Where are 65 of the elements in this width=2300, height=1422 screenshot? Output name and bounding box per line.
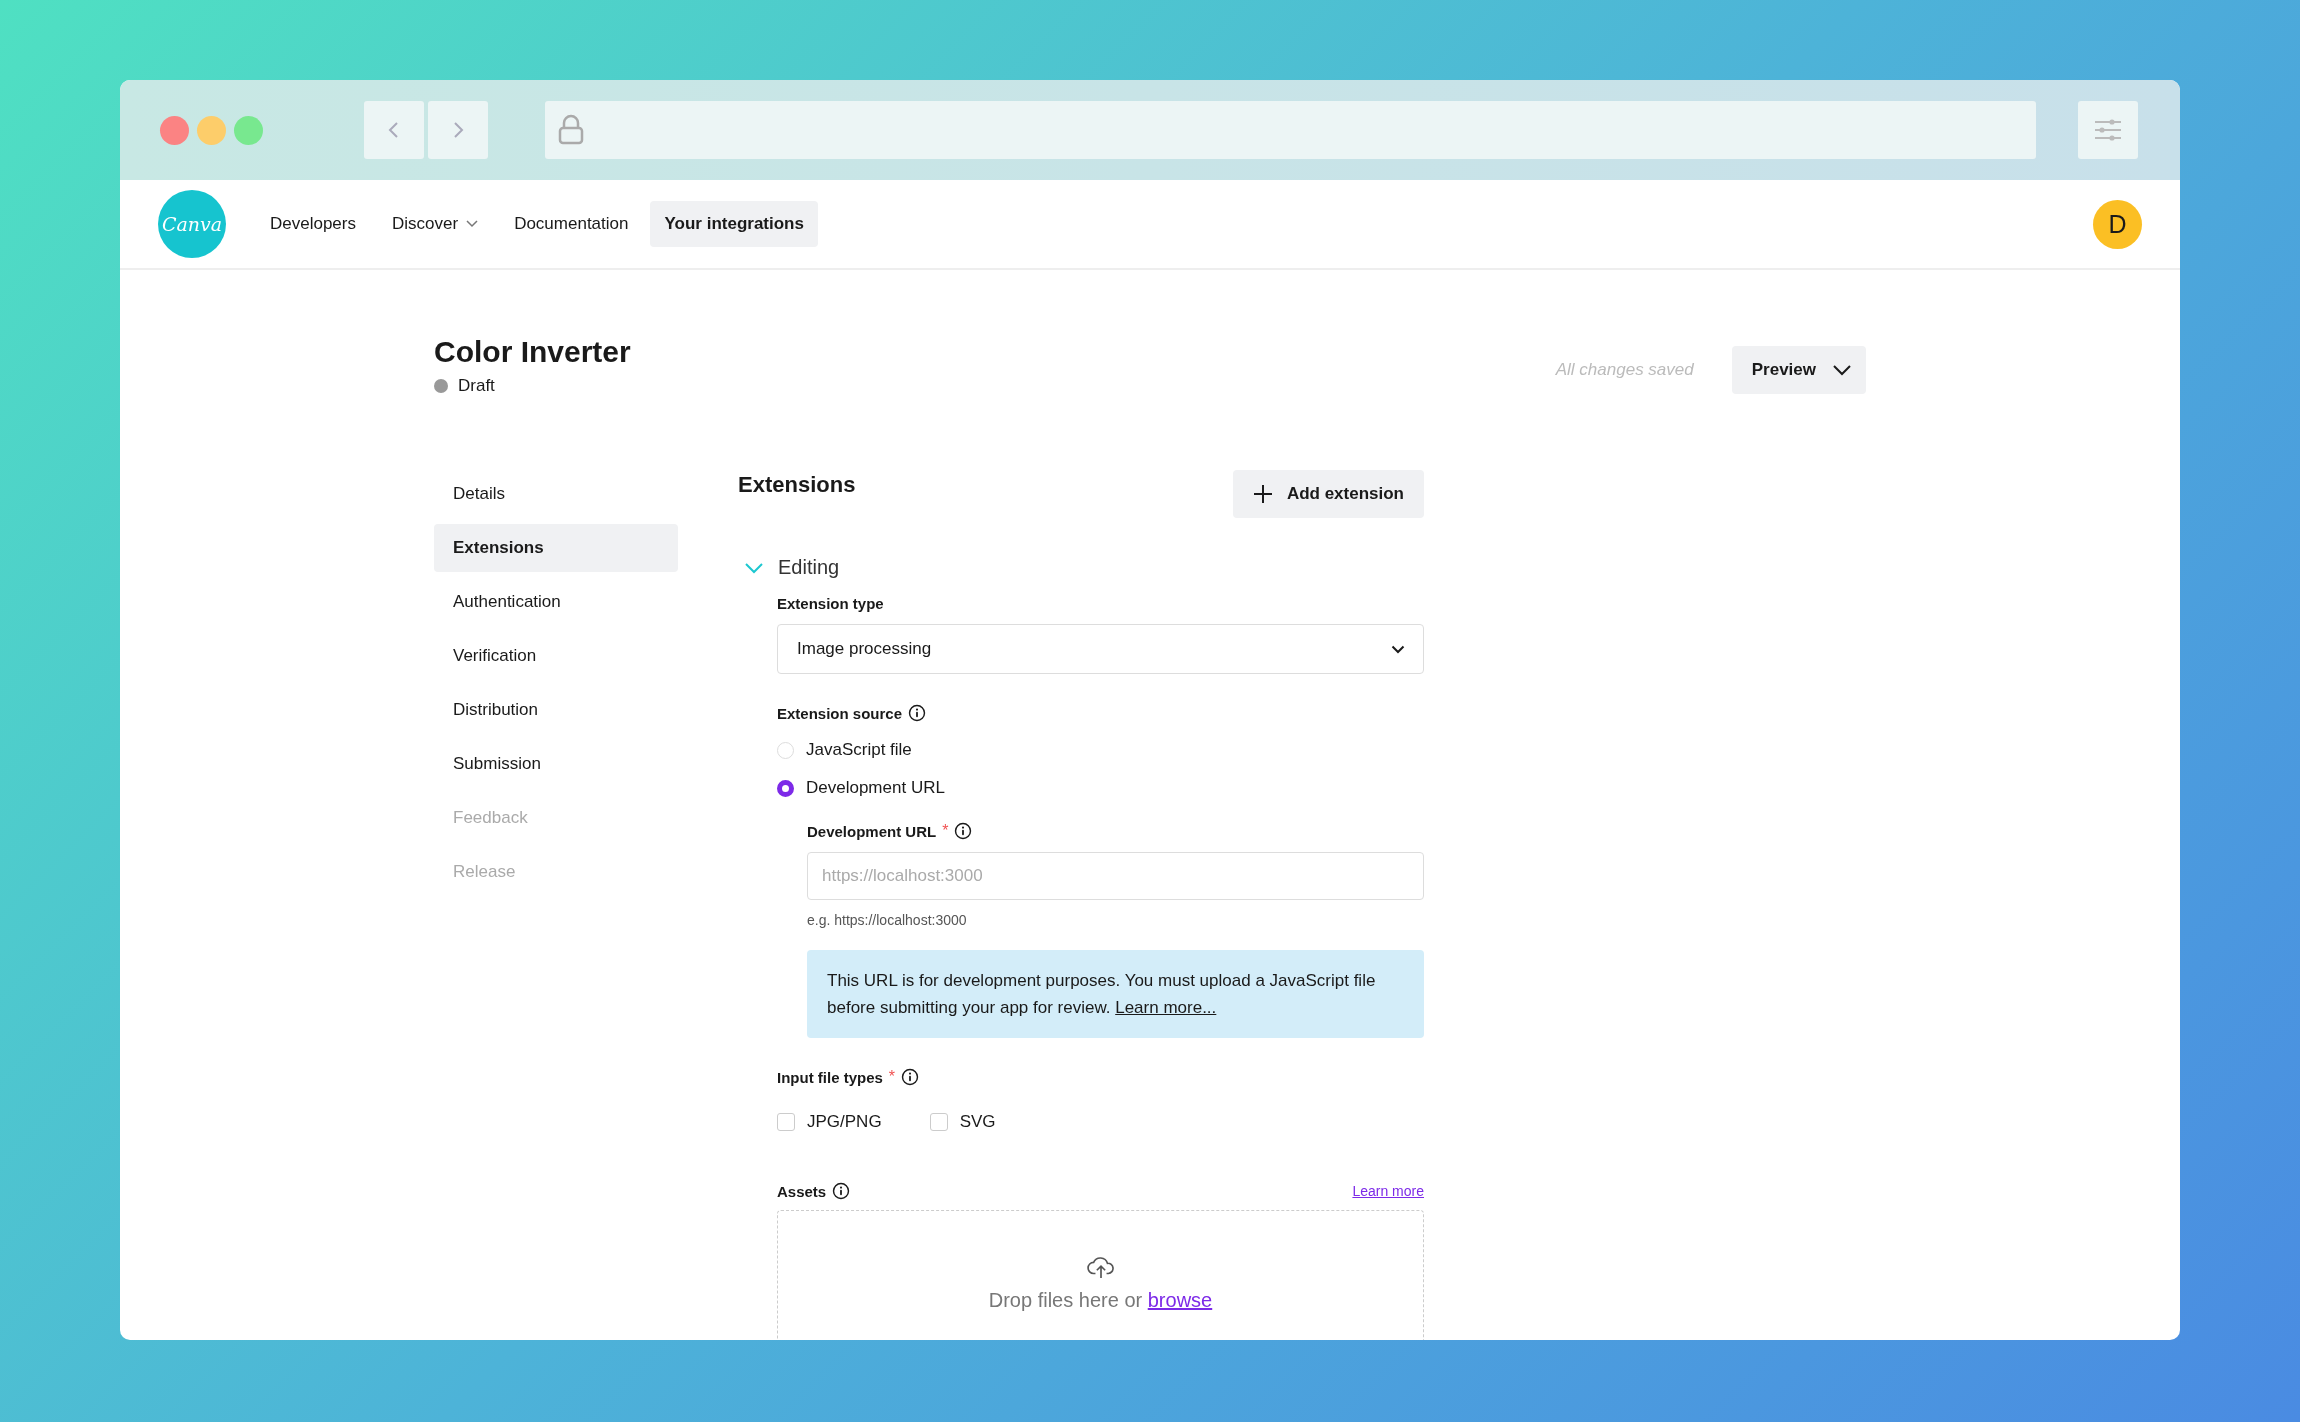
preview-button[interactable]: Preview <box>1731 346 1866 394</box>
chevron-down-icon <box>744 561 764 574</box>
add-extension-button[interactable]: Add extension <box>1232 470 1424 518</box>
info-icon[interactable] <box>954 822 973 840</box>
checkbox[interactable] <box>777 1113 795 1131</box>
cloud-upload-icon <box>1086 1255 1115 1279</box>
info-message: This URL is for development purposes. You must upload a JavaScript file before submitting your app for review. Learn more... <box>827 970 1377 1019</box>
required-asterisk: * <box>942 822 949 840</box>
nav-link[interactable]: Documentation <box>500 201 643 247</box>
info-icon[interactable] <box>832 1182 851 1200</box>
drop-instructions: Drop files here or browse <box>988 1289 1213 1312</box>
forward-button[interactable] <box>428 101 488 159</box>
info-icon[interactable] <box>901 1068 920 1086</box>
checkbox[interactable] <box>929 1113 948 1131</box>
file-drop-zone[interactable]: Drop files here or browse <box>777 1210 1424 1340</box>
field-label: Development URL <box>807 822 937 840</box>
settings-button[interactable] <box>2078 101 2138 159</box>
sidebar-item[interactable]: Extensions <box>434 524 678 572</box>
checkbox-label: JPG/PNG <box>807 1112 882 1132</box>
minimize-window-button[interactable] <box>197 115 226 145</box>
checkbox-label: SVG <box>959 1112 996 1132</box>
extension-type-dropdown[interactable]: Image processing <box>777 624 1424 674</box>
chevron-down-icon <box>1832 364 1852 376</box>
status-label: Draft <box>458 376 495 396</box>
field-label: Assets <box>777 1182 827 1200</box>
plus-icon <box>1252 484 1273 504</box>
field-label: Extension source <box>777 704 903 722</box>
learn-more-link[interactable]: Learn more <box>1352 1183 1424 1199</box>
sidebar-item[interactable]: Verification <box>434 632 678 680</box>
close-window-button[interactable] <box>160 115 189 145</box>
checkbox-option[interactable]: JPG/PNG <box>777 1112 882 1132</box>
development-url-field[interactable]: https://localhost:3000 <box>807 852 1424 900</box>
field-label: Input file types <box>777 1068 883 1086</box>
section-title: Extensions <box>738 471 856 499</box>
radio-label: JavaScript file <box>806 740 912 760</box>
sidebar-item[interactable]: Details <box>434 470 678 518</box>
chevron-down-icon <box>1391 644 1405 654</box>
browse-link[interactable]: browse <box>1147 1289 1213 1311</box>
checkbox-option[interactable]: SVG <box>929 1112 996 1132</box>
app-title: Color Inverter <box>434 334 631 370</box>
sidebar-item[interactable]: Submission <box>434 740 678 788</box>
info-icon[interactable] <box>908 704 927 722</box>
radio-option[interactable]: Development URL <box>777 778 1424 798</box>
learn-more-link[interactable]: Learn more... <box>1115 998 1217 1017</box>
status-dot <box>434 379 448 393</box>
sliders-icon <box>2094 118 2122 142</box>
editing-expander[interactable]: Editing <box>738 556 840 579</box>
maximize-window-button[interactable] <box>234 115 263 145</box>
sidebar-item[interactable]: Distribution <box>434 686 678 734</box>
lock-icon <box>557 114 585 146</box>
address-bar[interactable] <box>545 101 2036 159</box>
chevron-down-icon <box>466 220 479 228</box>
back-button[interactable] <box>364 101 424 159</box>
radio-button[interactable] <box>777 779 794 797</box>
user-avatar[interactable]: D <box>2093 199 2142 249</box>
radio-option[interactable]: JavaScript file <box>777 740 1424 760</box>
field-hint: e.g. https://localhost:3000 <box>807 912 968 928</box>
nav-link[interactable]: Developers <box>256 201 370 247</box>
radio-label: Development URL <box>806 778 945 798</box>
required-asterisk: * <box>888 1068 896 1086</box>
save-status: All changes saved <box>1555 360 1694 380</box>
nav-link[interactable]: Discover <box>378 201 493 247</box>
nav-link[interactable]: Your integrations <box>650 201 818 247</box>
sidebar-item[interactable]: Authentication <box>434 578 678 626</box>
field-label: Extension type <box>777 595 885 612</box>
